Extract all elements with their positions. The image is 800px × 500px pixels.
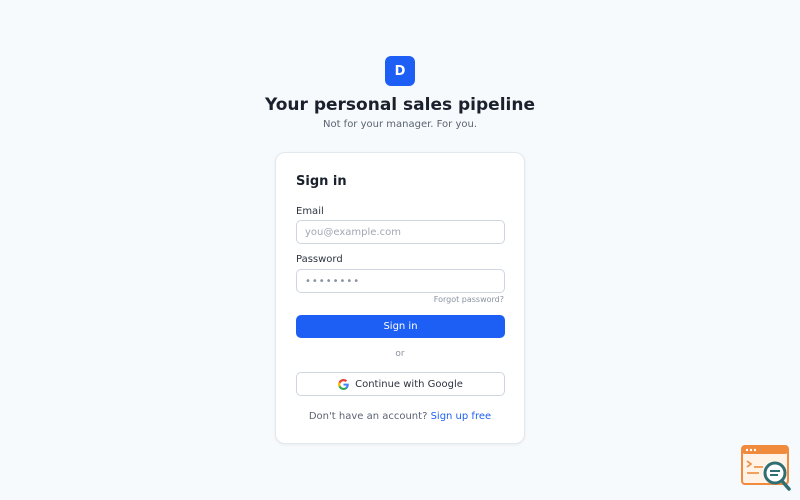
page-tagline: Not for your manager. For you.	[322, 119, 478, 130]
signin-button[interactable]: Sign in	[296, 315, 505, 338]
email-field[interactable]	[296, 220, 505, 244]
search-window-icon[interactable]	[741, 445, 793, 491]
signup-row: Don't have an account? Sign up free	[276, 411, 524, 422]
google-button-label: Continue with Google	[355, 378, 463, 390]
forgot-password-link[interactable]: Forgot password?	[434, 295, 504, 304]
email-label: Email	[296, 206, 324, 217]
or-divider: or	[395, 349, 405, 359]
login-page: D Your personal sales pipeline Not for y…	[0, 0, 800, 500]
signin-title: Sign in	[296, 174, 347, 189]
password-label: Password	[296, 254, 343, 265]
signin-button-label: Sign in	[383, 321, 418, 332]
signin-card: Sign in Email Password Forgot password? …	[275, 152, 525, 444]
google-g-icon	[338, 378, 349, 390]
google-signin-button[interactable]: Continue with Google	[296, 372, 505, 396]
app-logo: D	[385, 56, 415, 86]
page-headline: Your personal sales pipeline	[265, 95, 535, 115]
signup-link[interactable]: Sign up free	[431, 411, 492, 422]
logo-letter: D	[394, 63, 406, 79]
password-field[interactable]	[296, 269, 505, 293]
no-account-text: Don't have an account?	[308, 411, 428, 422]
